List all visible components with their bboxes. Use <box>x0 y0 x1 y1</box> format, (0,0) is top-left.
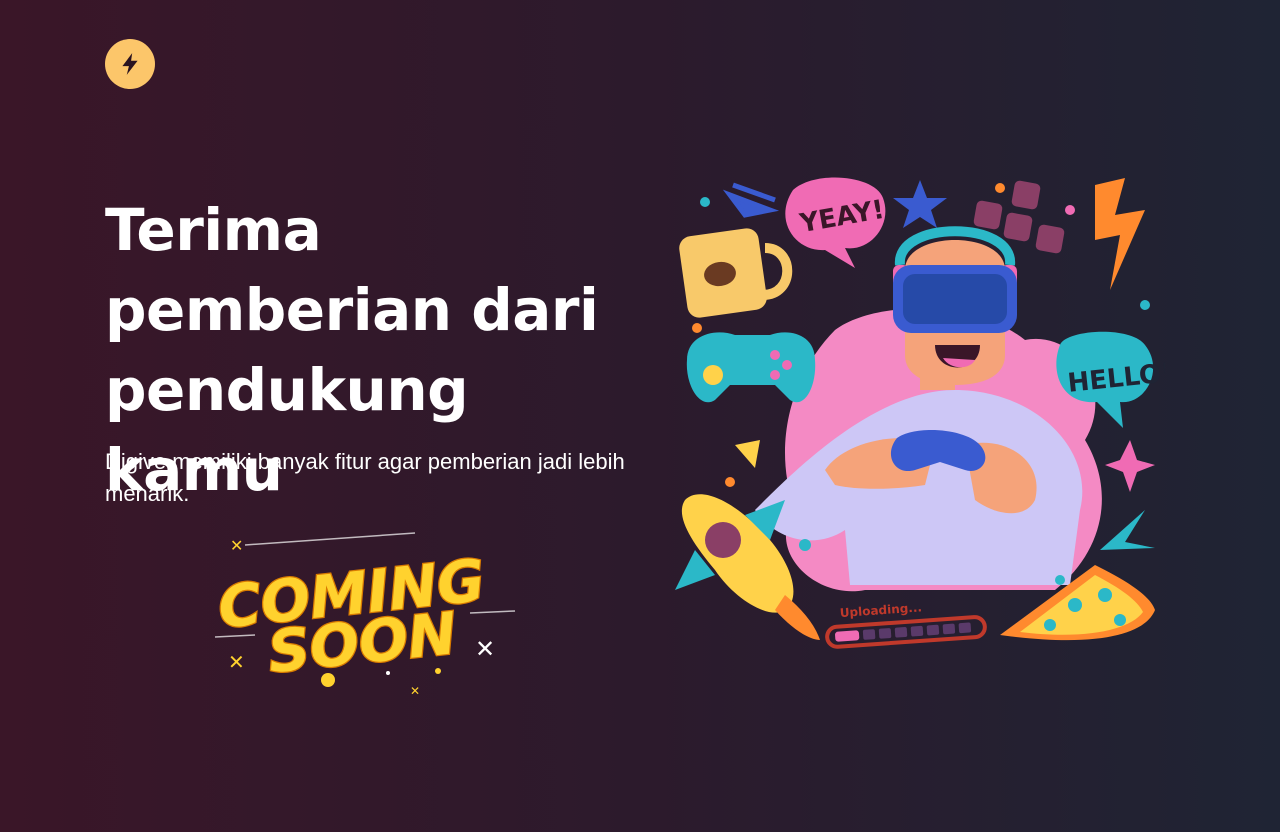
star-icon <box>893 180 947 228</box>
coming-soon-badge: ✕ ✕ ✕ ✕ COMING SOON <box>210 525 520 700</box>
brand-logo[interactable] <box>105 39 155 89</box>
lightning-bolt-icon <box>122 53 138 75</box>
speech-bubble-yeay: YEAY! <box>785 177 887 268</box>
sparkle-icon: ✕ <box>410 684 420 698</box>
sparkle-icon: ✕ <box>230 536 243 555</box>
upload-progress-label: Uploading... <box>839 600 922 620</box>
coffee-mug-icon <box>679 228 793 318</box>
gamepad-icon-left <box>686 332 816 403</box>
hero-subtitle: Digive memiliki banyak fitur agar pember… <box>105 449 625 506</box>
close-mark-icon: ✕ <box>475 635 495 663</box>
gamer-illustration: YEAY! HELLO! Uploading... <box>675 170 1174 665</box>
upload-progress-bar <box>825 615 987 649</box>
lightning-icon <box>1095 178 1145 290</box>
sparkle-icon: ✕ <box>228 650 245 674</box>
arrow-keys-icon <box>973 180 1065 254</box>
